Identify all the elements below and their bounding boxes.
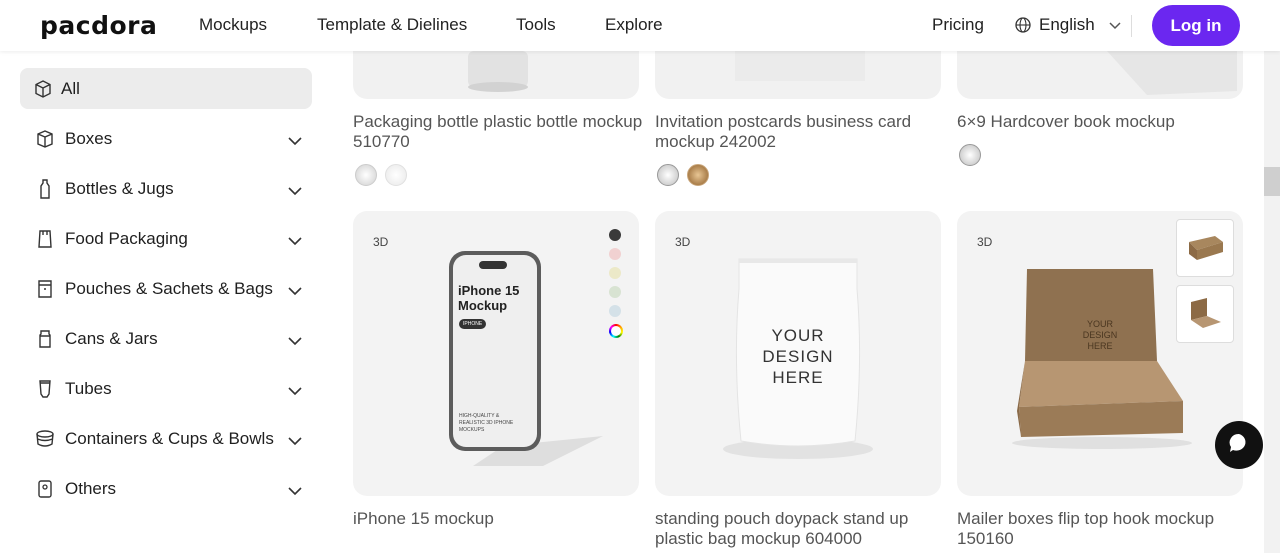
sidebar-item-label: Others <box>65 479 117 498</box>
page-scrollbar[interactable] <box>1264 51 1280 553</box>
food-packaging-icon <box>35 229 55 249</box>
nav-tools[interactable]: Tools <box>516 15 556 35</box>
phone-text-line1: iPhone 15 <box>458 283 520 298</box>
phone-badge: IPHONE <box>459 319 487 329</box>
color-swatch[interactable] <box>609 248 621 260</box>
sidebar-item-all[interactable]: All <box>20 68 312 109</box>
sidebar-item-others[interactable]: Others <box>20 464 312 514</box>
sidebar-item-label: Food Packaging <box>65 229 188 248</box>
color-swatch-list <box>609 229 623 338</box>
product-card-invitation-image[interactable] <box>655 51 941 99</box>
chevron-down-icon[interactable] <box>288 331 302 351</box>
pacdora-logo[interactable]: pacdora <box>40 11 157 40</box>
cube-icon <box>33 79 53 99</box>
product-title[interactable]: standing pouch doypack stand up plastic … <box>655 509 945 549</box>
scrollbar-thumb[interactable] <box>1264 167 1280 196</box>
sidebar-item-label: Boxes <box>65 129 113 148</box>
sidebar-item-label: Bottles & Jugs <box>65 179 174 198</box>
chevron-down-icon[interactable] <box>288 431 302 451</box>
jar-icon <box>35 329 55 349</box>
chevron-down-icon[interactable] <box>288 231 302 251</box>
color-swatch[interactable] <box>385 164 407 186</box>
product-title[interactable]: iPhone 15 mockup <box>353 509 643 529</box>
product-card-pouch[interactable]: 3D YOUR DESIGN HERE <box>655 211 941 496</box>
sidebar-item-label: Cans & Jars <box>65 329 158 348</box>
nav-explore[interactable]: Explore <box>605 15 663 35</box>
chevron-down-icon[interactable] <box>288 481 302 501</box>
box-icon <box>35 129 55 149</box>
phone-small-text: HIGH-QUALITY & REALISTIC 3D IPHONE MOCKU… <box>459 413 514 433</box>
others-icon <box>35 479 55 499</box>
nav-mockups[interactable]: Mockups <box>199 15 267 35</box>
nav-pricing[interactable]: Pricing <box>932 15 984 35</box>
chevron-down-icon <box>1109 15 1121 35</box>
product-title[interactable]: Packaging bottle plastic bottle mockup 5… <box>353 112 643 152</box>
sidebar-item-label: Pouches & Sachets & Bags <box>65 279 273 298</box>
color-swatch[interactable] <box>355 164 377 186</box>
pouch-icon <box>35 279 55 299</box>
color-swatch[interactable] <box>609 286 621 298</box>
phone-text-line2: Mockup <box>458 298 508 313</box>
chevron-down-icon[interactable] <box>288 181 302 201</box>
product-title[interactable]: Mailer boxes flip top hook mockup 150160 <box>957 509 1247 549</box>
sidebar-item-pouches[interactable]: Pouches & Sachets & Bags <box>20 264 312 314</box>
chat-support-button[interactable] <box>1215 421 1263 469</box>
chat-bubble-icon <box>1227 431 1251 460</box>
sidebar-item-food-packaging[interactable]: Food Packaging <box>20 214 312 264</box>
sidebar-item-bottles-jugs[interactable]: Bottles & Jugs <box>20 164 312 214</box>
product-card-mailer-box[interactable]: 3D YOUR DESIGN HERE <box>957 211 1243 496</box>
color-swatch[interactable] <box>657 164 679 186</box>
tube-icon <box>35 379 55 399</box>
sidebar-item-containers[interactable]: Containers & Cups & Bowls <box>20 414 312 464</box>
globe-icon <box>1013 15 1033 35</box>
chevron-down-icon[interactable] <box>288 281 302 301</box>
thumbnail-closed-box[interactable] <box>1176 219 1234 277</box>
category-sidebar: All Boxes Bottles & Jugs Food Packaging … <box>20 68 312 514</box>
bowl-icon <box>35 429 55 449</box>
color-swatch[interactable] <box>609 267 621 279</box>
sidebar-item-label: Tubes <box>65 379 112 398</box>
pouch-design-text: YOUR DESIGN HERE <box>762 326 834 387</box>
header-divider <box>1131 15 1132 37</box>
custom-color-swatch[interactable] <box>609 324 623 338</box>
bottle-icon <box>35 179 55 199</box>
chevron-down-icon[interactable] <box>288 131 302 151</box>
product-title[interactable]: Invitation postcards business card mocku… <box>655 112 945 152</box>
box-design-text: YOUR DESIGN HERE <box>1082 319 1118 351</box>
sidebar-item-label: All <box>61 78 80 98</box>
sidebar-item-boxes[interactable]: Boxes <box>20 114 312 164</box>
color-swatch[interactable] <box>609 305 621 317</box>
sidebar-item-tubes[interactable]: Tubes <box>20 364 312 414</box>
product-card-bottle-image[interactable] <box>353 51 639 99</box>
iphone-mockup-image <box>449 251 603 466</box>
sidebar-item-label: Containers & Cups & Bowls <box>65 429 274 448</box>
login-button[interactable]: Log in <box>1152 5 1240 46</box>
language-label: English <box>1039 15 1095 34</box>
product-title[interactable]: 6×9 Hardcover book mockup <box>957 112 1247 132</box>
nav-template-dielines[interactable]: Template & Dielines <box>317 15 467 35</box>
product-card-book-image[interactable] <box>957 51 1243 99</box>
product-card-iphone[interactable]: 3D iPhone 15 Mockup IPHONE HIGH-QUALITY … <box>353 211 639 496</box>
color-swatch[interactable] <box>959 144 981 166</box>
color-swatch[interactable] <box>687 164 709 186</box>
top-header: pacdora Mockups Template & Dielines Tool… <box>0 0 1280 51</box>
chevron-down-icon[interactable] <box>288 381 302 401</box>
sidebar-item-cans-jars[interactable]: Cans & Jars <box>20 314 312 364</box>
language-selector[interactable]: English <box>1013 15 1121 35</box>
thumbnail-open-box[interactable] <box>1176 285 1234 343</box>
color-swatch[interactable] <box>609 229 621 241</box>
